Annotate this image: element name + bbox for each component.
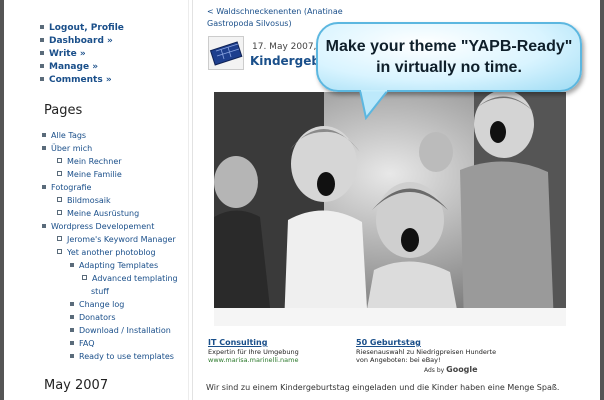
- admin-link[interactable]: Write »: [49, 49, 86, 59]
- admin-item-write[interactable]: Write »: [40, 48, 124, 61]
- page-link[interactable]: Fotografie: [51, 183, 91, 192]
- bullet-icon: [70, 315, 74, 319]
- pages-list: Alle Tags Über mich Mein Rechner Meine F…: [42, 129, 178, 363]
- bullet-icon: [57, 158, 62, 163]
- page-link[interactable]: Meine Ausrüstung: [67, 209, 139, 218]
- bullet-icon: [57, 210, 62, 215]
- bullet-icon: [70, 263, 74, 267]
- bullet-icon: [57, 197, 62, 202]
- bullet-icon: [40, 51, 44, 55]
- page-link[interactable]: Adapting Templates: [79, 261, 158, 270]
- bullet-icon: [42, 133, 46, 137]
- bullet-icon: [42, 146, 46, 150]
- ad-url[interactable]: www.marisa.marinelli.name: [208, 356, 348, 364]
- solar-panel-icon: [209, 41, 243, 66]
- page-link[interactable]: Bildmosaik: [67, 196, 111, 205]
- ad-text: Expertin für Ihre Umgebung: [208, 348, 299, 356]
- browser-frame: Logout, Profile Dashboard » Write » Mana…: [4, 0, 600, 400]
- page-item-continued[interactable]: stuff: [42, 285, 178, 298]
- post-photo[interactable]: [214, 92, 566, 326]
- column-divider: [192, 0, 193, 400]
- page-item[interactable]: FAQ: [42, 337, 178, 350]
- post-thumbnail-icon: [208, 36, 244, 70]
- page-item[interactable]: Bildmosaik: [42, 194, 178, 207]
- ads-by-google[interactable]: Ads by Google: [424, 365, 478, 374]
- page-item[interactable]: Alle Tags: [42, 129, 178, 142]
- page-item[interactable]: Adapting Templates: [42, 259, 178, 272]
- page-item[interactable]: Mein Rechner: [42, 155, 178, 168]
- page-link[interactable]: Alle Tags: [51, 131, 86, 140]
- admin-link[interactable]: Dashboard »: [49, 36, 113, 46]
- page-link[interactable]: Download / Installation: [79, 326, 171, 335]
- archive-heading: May 2007: [44, 378, 109, 393]
- page-item[interactable]: Über mich: [42, 142, 178, 155]
- ads-block: IT Consulting Expertin für Ihre Umgebung…: [208, 338, 504, 378]
- bullet-icon: [57, 249, 62, 254]
- pages-heading: Pages: [44, 103, 83, 118]
- bullet-icon: [82, 275, 87, 280]
- ads-by-brand: Google: [446, 365, 478, 374]
- bullet-icon: [70, 328, 74, 332]
- admin-link[interactable]: Logout, Profile: [49, 23, 124, 33]
- ad-title[interactable]: 50 Geburtstag: [356, 338, 506, 347]
- page-item[interactable]: Meine Familie: [42, 168, 178, 181]
- page-link[interactable]: stuff: [91, 287, 109, 296]
- admin-item-comments[interactable]: Comments »: [40, 74, 124, 87]
- admin-item-dashboard[interactable]: Dashboard »: [40, 35, 124, 48]
- bullet-icon: [70, 354, 74, 358]
- post-body: Wir sind zu einem Kindergeburtstag einge…: [206, 383, 560, 392]
- page-link[interactable]: Meine Familie: [67, 170, 122, 179]
- page-item[interactable]: Advanced templating: [42, 272, 178, 285]
- page-item[interactable]: Fotografie: [42, 181, 178, 194]
- admin-item-manage[interactable]: Manage »: [40, 61, 124, 74]
- speech-bubble-callout: Make your theme "YAPB-Ready" in virtuall…: [316, 22, 582, 92]
- ads-by-label: Ads by: [424, 367, 445, 374]
- page-link[interactable]: Ready to use templates: [79, 352, 174, 361]
- page-link[interactable]: FAQ: [79, 339, 95, 348]
- page-link[interactable]: Donators: [79, 313, 116, 322]
- page-item[interactable]: Meine Ausrüstung: [42, 207, 178, 220]
- page-item[interactable]: Change log: [42, 298, 178, 311]
- admin-link[interactable]: Manage »: [49, 62, 98, 72]
- page-item[interactable]: Donators: [42, 311, 178, 324]
- ad-50-geburtstag[interactable]: 50 Geburtstag Riesenauswahl zu Niedrigpr…: [356, 338, 506, 364]
- ad-text: Riesenauswahl zu Niedrigpreisen Hunderte…: [356, 348, 497, 364]
- kids-photo-image: [214, 92, 566, 326]
- page-link[interactable]: Change log: [79, 300, 124, 309]
- page-item[interactable]: Download / Installation: [42, 324, 178, 337]
- admin-menu: Logout, Profile Dashboard » Write » Mana…: [40, 22, 124, 87]
- callout-text: Make your theme "YAPB-Ready" in virtuall…: [325, 38, 573, 76]
- bullet-icon: [40, 64, 44, 68]
- sidebar: Logout, Profile Dashboard » Write » Mana…: [4, 0, 189, 400]
- bullet-icon: [40, 77, 44, 81]
- admin-link[interactable]: Comments »: [49, 75, 112, 85]
- page-link[interactable]: Jerome's Keyword Manager: [67, 235, 176, 244]
- bullet-icon: [70, 302, 74, 306]
- ad-title[interactable]: IT Consulting: [208, 338, 348, 347]
- bullet-icon: [40, 25, 44, 29]
- page-link[interactable]: Wordpress Developement: [51, 222, 154, 231]
- admin-item-logout[interactable]: Logout, Profile: [40, 22, 124, 35]
- speech-bubble-tail-icon: [358, 90, 390, 120]
- page-link[interactable]: Yet another photoblog: [67, 248, 156, 257]
- page-link[interactable]: Über mich: [51, 144, 92, 153]
- bullet-icon: [70, 341, 74, 345]
- bullet-icon: [40, 38, 44, 42]
- page-item[interactable]: Wordpress Developement: [42, 220, 178, 233]
- page-item[interactable]: Yet another photoblog: [42, 246, 178, 259]
- bullet-icon: [42, 224, 46, 228]
- page-link[interactable]: Advanced templating: [92, 274, 178, 283]
- bullet-icon: [42, 185, 46, 189]
- page-item[interactable]: Jerome's Keyword Manager: [42, 233, 178, 246]
- page-link[interactable]: Mein Rechner: [67, 157, 122, 166]
- ad-it-consulting[interactable]: IT Consulting Expertin für Ihre Umgebung…: [208, 338, 348, 364]
- bullet-icon: [57, 236, 62, 241]
- bullet-icon: [57, 171, 62, 176]
- page-item[interactable]: Ready to use templates: [42, 350, 178, 363]
